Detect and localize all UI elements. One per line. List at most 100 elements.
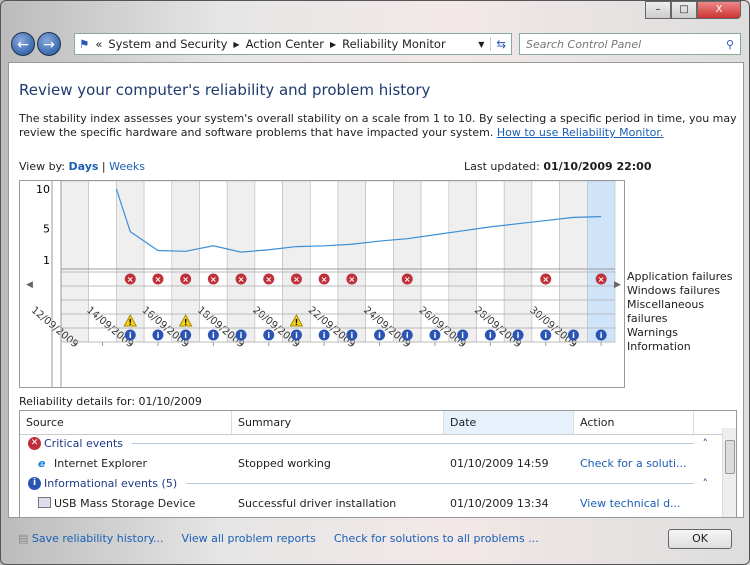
last-updated: Last updated: 01/10/2009 22:00 xyxy=(464,160,652,173)
chevron-right-icon: ▶ xyxy=(329,39,337,49)
day-column[interactable] xyxy=(559,181,588,343)
legend-row-label: Application failures xyxy=(627,270,733,283)
icon-glyph: × xyxy=(265,275,272,284)
row-summary: Successful driver installation xyxy=(238,497,397,510)
y-tick-label: 1 xyxy=(43,254,50,267)
chevron-right-icon: ▶ xyxy=(233,39,240,49)
footer: ▤ Save reliability history... View all p… xyxy=(8,519,744,557)
row-summary: Stopped working xyxy=(238,457,331,470)
legend-row-label: Windows failures xyxy=(627,284,721,297)
col-date[interactable]: Date xyxy=(444,411,574,434)
ie-icon: e xyxy=(38,457,46,470)
search-icon[interactable]: ⚲ xyxy=(726,38,734,51)
description: The stability index assesses your system… xyxy=(19,112,737,139)
icon-glyph: × xyxy=(542,275,549,284)
row-date: 01/10/2009 14:59 xyxy=(450,457,549,470)
view-by: View by: Days | Weeks xyxy=(19,160,146,173)
day-column[interactable] xyxy=(393,181,422,343)
legend-row-label: Miscellaneous failures xyxy=(627,298,705,325)
collapse-icon[interactable]: ˄ xyxy=(703,437,709,450)
dropdown-icon[interactable]: ▼ xyxy=(478,40,484,49)
col-summary[interactable]: Summary xyxy=(232,411,444,434)
critical-icon: ✕ xyxy=(28,437,41,450)
icon-glyph: i xyxy=(295,331,298,340)
main-content: Review your computer's reliability and p… xyxy=(8,62,744,518)
close-button[interactable]: X xyxy=(697,1,741,19)
icon-glyph: × xyxy=(598,275,605,284)
day-column[interactable] xyxy=(586,181,616,343)
stability-chart[interactable]: 12/09/2009 14/09/2009 16/09/2009 18/09/2009… xyxy=(19,180,625,388)
icon-glyph: × xyxy=(210,275,217,284)
group-informational[interactable]: i Informational events (5) ˄ xyxy=(28,477,708,490)
icon-glyph: i xyxy=(434,331,437,340)
collapse-icon[interactable]: ˄ xyxy=(703,477,709,490)
scroll-left-icon[interactable]: ◀ xyxy=(26,280,33,290)
icon-glyph: i xyxy=(544,331,547,340)
group-critical[interactable]: ✕ Critical events ˄ xyxy=(28,437,708,450)
device-icon xyxy=(38,497,51,508)
warning-mark: ! xyxy=(295,318,299,327)
day-column[interactable] xyxy=(226,181,256,343)
col-source[interactable]: Source xyxy=(20,411,232,434)
search-input[interactable]: Search Control Panel ⚲ xyxy=(519,33,741,55)
details-table: Source Summary Date Action ✕ Critical eve… xyxy=(19,410,737,518)
warning-mark: ! xyxy=(128,318,132,327)
help-link[interactable]: How to use Reliability Monitor. xyxy=(497,126,664,139)
icon-glyph: × xyxy=(182,275,189,284)
y-tick-label: 5 xyxy=(43,222,50,235)
address-bar[interactable]: ⚑ « System and Security ▶ Action Center ▶ R… xyxy=(74,33,512,55)
breadcrumb-reliability-monitor[interactable]: Reliability Monitor xyxy=(342,37,446,51)
warning-mark: ! xyxy=(184,318,188,327)
check-all-solutions-link[interactable]: Check for solutions to all problems ... xyxy=(334,532,539,545)
view-all-reports-link[interactable]: View all problem reports xyxy=(182,532,316,545)
scrollbar[interactable] xyxy=(722,428,736,517)
refresh-icon[interactable]: ⇆ xyxy=(490,37,511,51)
view-weeks-link[interactable]: Weeks xyxy=(109,160,145,173)
icon-glyph: × xyxy=(321,275,328,284)
legend-row-label: Information xyxy=(627,340,691,353)
icon-glyph: i xyxy=(184,331,187,340)
icon-glyph: i xyxy=(212,331,215,340)
icon-glyph: i xyxy=(267,331,270,340)
y-tick-label: 10 xyxy=(36,183,50,196)
breadcrumb-system-security[interactable]: System and Security xyxy=(108,37,227,51)
overflow-icon: « xyxy=(95,37,103,51)
scroll-thumb[interactable] xyxy=(725,440,735,474)
minimize-button[interactable]: – xyxy=(645,1,671,19)
chart-legend: Application failures Windows failures Misc… xyxy=(627,270,743,354)
row-source: USB Mass Storage Device xyxy=(54,497,196,510)
icon-glyph: i xyxy=(517,331,520,340)
scroll-right-icon[interactable]: ▶ xyxy=(614,280,621,290)
maximize-button[interactable]: □ xyxy=(671,1,697,19)
icon-glyph: × xyxy=(155,275,162,284)
caption-buttons: – □ X xyxy=(645,1,741,19)
day-column[interactable] xyxy=(448,181,477,343)
breadcrumb-action-center[interactable]: Action Center xyxy=(246,37,324,51)
view-days-link[interactable]: Days xyxy=(69,160,99,173)
row-action-link[interactable]: View technical d... xyxy=(580,497,681,510)
col-action[interactable]: Action xyxy=(574,411,694,434)
window: – □ X ← → ⚑ « System and Security ▶ Action… xyxy=(0,0,750,565)
row-source: Internet Explorer xyxy=(54,457,147,470)
icon-glyph: i xyxy=(600,331,603,340)
page-title: Review your computer's reliability and p… xyxy=(19,81,431,99)
document-icon: ▤ xyxy=(18,531,29,545)
row-action-link[interactable]: Check for a soluti... xyxy=(580,457,687,470)
save-history-link[interactable]: ▤ Save reliability history... xyxy=(18,532,164,545)
day-column[interactable] xyxy=(337,181,367,343)
icon-glyph: × xyxy=(348,275,355,284)
icon-glyph: i xyxy=(157,331,160,340)
icon-glyph: × xyxy=(293,275,300,284)
forward-button[interactable]: → xyxy=(37,32,61,56)
icon-glyph: × xyxy=(404,275,411,284)
icon-glyph: i xyxy=(240,331,243,340)
icon-glyph: i xyxy=(489,331,492,340)
back-button[interactable]: ← xyxy=(11,32,35,56)
icon-glyph: × xyxy=(127,275,134,284)
icon-glyph: i xyxy=(406,331,409,340)
icon-glyph: i xyxy=(461,331,464,340)
day-column[interactable] xyxy=(60,181,90,343)
day-column[interactable] xyxy=(503,181,533,343)
ok-button[interactable]: OK xyxy=(668,529,732,549)
icon-glyph: i xyxy=(129,331,132,340)
